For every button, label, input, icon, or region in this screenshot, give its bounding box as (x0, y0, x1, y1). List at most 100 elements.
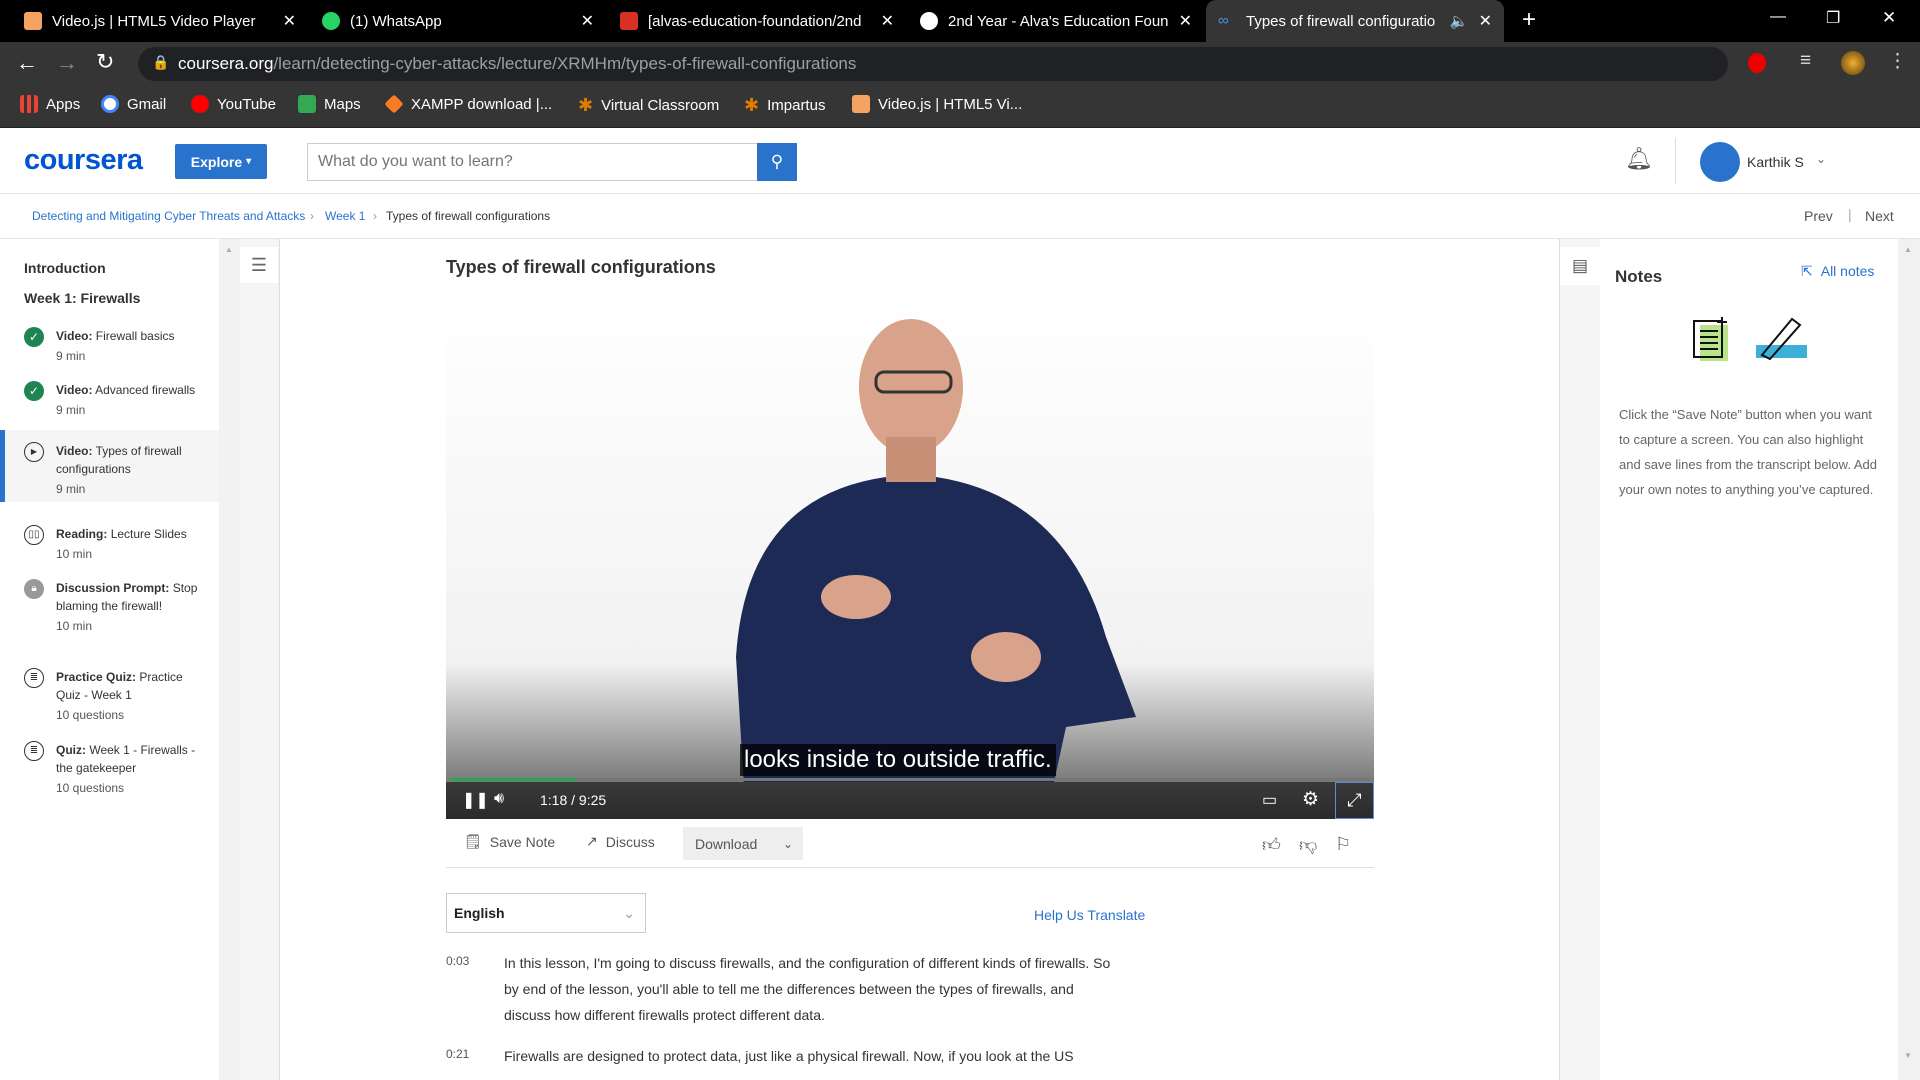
sidebar-item[interactable]: ▯▯ Reading: Lecture Slides 10 min (0, 513, 219, 567)
explore-label: Explore (190, 153, 243, 170)
window-close-button[interactable]: ✕ (1882, 8, 1896, 28)
progress-bar[interactable] (450, 778, 1370, 781)
speaker-icon[interactable]: 🔈 (1450, 12, 1469, 30)
coursera-logo[interactable]: coursera (24, 144, 143, 177)
prev-button[interactable]: Prev (1804, 208, 1833, 224)
sidebar-item[interactable]: ✓ Video: Firewall basics 9 min (0, 315, 219, 369)
duration: 9:25 (578, 792, 607, 808)
impartus-icon: ✱ (578, 95, 594, 115)
forward-icon[interactable]: → (56, 50, 78, 76)
close-icon[interactable]: ✕ (283, 11, 296, 31)
help-translate-link[interactable]: Help Us Translate (1034, 907, 1145, 923)
user-avatar[interactable] (1700, 142, 1740, 182)
coursera-favicon-icon: ∞ (1218, 12, 1229, 29)
sidebar-item[interactable]: ≣ Quiz: Week 1 - Firewalls - the gatekeep… (0, 729, 219, 801)
close-icon[interactable]: ✕ (1479, 11, 1492, 31)
flag-icon[interactable]: ⚐ (1335, 834, 1351, 855)
bookmark-videojs[interactable]: Video.js | HTML5 Vi... (852, 95, 1022, 113)
sidebar-item[interactable]: ▶ Video: Types of firewall configurations… (0, 430, 219, 502)
transcript-timestamp[interactable]: 0:21 (446, 1047, 469, 1061)
minimize-button[interactable]: — (1770, 8, 1786, 26)
item-duration: 9 min (56, 403, 86, 417)
bookmark-apps[interactable]: Apps (20, 95, 80, 113)
tab-github[interactable]: 2nd Year - Alva's Education Found ✕ (908, 0, 1204, 42)
close-icon[interactable]: ✕ (1179, 11, 1192, 31)
settings-gear-icon[interactable]: ⚙ (1302, 788, 1319, 811)
fullscreen-icon[interactable]: ⤢ (1335, 782, 1374, 819)
next-button[interactable]: Next (1865, 208, 1894, 224)
page-scrollbar[interactable]: ▲ ▼ (1898, 239, 1920, 1080)
close-icon[interactable]: ✕ (881, 11, 894, 31)
item-duration: 10 questions (56, 708, 125, 722)
discuss-button[interactable]: ↗ Discuss (586, 833, 655, 850)
sidebar-item[interactable]: ≣ Practice Quiz: Practice Quiz - Week 1 10… (0, 656, 219, 728)
transcript-line[interactable]: by end of the lesson, you'll able to tel… (504, 976, 1144, 1002)
bookmark-impartus[interactable]: ✱ Impartus (744, 95, 825, 116)
notes-page-icon[interactable]: ▤ (1560, 247, 1600, 285)
play-circle-icon: ▶ (24, 442, 44, 462)
tab-gmail[interactable]: [alvas-education-foundation/2nd ✕ (608, 0, 906, 42)
item-duration: 9 min (56, 349, 86, 363)
item-duration: 10 questions (56, 781, 125, 795)
bookmark-youtube[interactable]: YouTube (191, 95, 276, 113)
bookmark-gmail[interactable]: Gmail (101, 95, 166, 113)
sidebar-item-text: Video: Firewall basics 9 min (56, 327, 206, 365)
transcript-timestamp[interactable]: 0:03 (446, 954, 469, 968)
media-control-icon[interactable]: ≡ (1800, 50, 1811, 72)
pause-icon[interactable]: ❚❚ (462, 790, 489, 810)
tab-coursera[interactable]: ∞ Types of firewall configuratio 🔈 ✕ (1206, 0, 1504, 42)
transcript-line[interactable]: discuss how different firewalls protect … (504, 1002, 1144, 1028)
item-type: Video: (56, 444, 93, 458)
bookmark-maps[interactable]: Maps (298, 95, 361, 113)
user-menu[interactable]: Karthik S (1747, 154, 1804, 170)
transcript-line[interactable]: In this lesson, I'm going to discuss fir… (504, 950, 1144, 976)
thumbs-up-icon[interactable]: 👍︎ (1262, 834, 1281, 856)
chevron-down-icon[interactable]: ⌄ (1816, 152, 1826, 166)
tab-whatsapp[interactable]: (1) WhatsApp ✕ (310, 0, 606, 42)
thumbs-down-icon[interactable]: 👎︎ (1299, 834, 1317, 856)
notes-help-text: Click the “Save Note” button when you wa… (1619, 407, 1877, 497)
close-icon[interactable]: ✕ (581, 11, 594, 31)
item-duration: 9 min (56, 482, 86, 496)
outline-list-icon[interactable]: ☰ (240, 247, 278, 283)
all-notes-link[interactable]: ⇱ All notes (1801, 263, 1874, 280)
sidebar-scrollbar[interactable]: ▲ (219, 239, 240, 1080)
divider: | (1848, 206, 1852, 222)
new-tab-button[interactable]: + (1522, 6, 1536, 34)
bookmark-virtual-classroom[interactable]: ✱ Virtual Classroom (578, 95, 719, 116)
volume-icon[interactable]: 🔊︎ (494, 790, 504, 808)
back-icon[interactable]: ← (16, 50, 38, 76)
save-note-button[interactable]: 🗒︎ Save Note (464, 833, 555, 850)
tab-bar: Video.js | HTML5 Video Player ✕ (1) Whats… (0, 0, 1920, 42)
bookmark-label: Impartus (767, 97, 826, 114)
language-select[interactable]: English ⌄ (446, 893, 646, 933)
breadcrumb-week[interactable]: Week 1 (325, 209, 365, 223)
explore-button[interactable]: Explore ▾ (175, 144, 267, 179)
notification-bell-icon[interactable]: 🔔︎ (1625, 146, 1653, 172)
sidebar-item[interactable]: 🔒︎ Discussion Prompt: Stop blaming the fi… (0, 567, 219, 657)
tab-videojs[interactable]: Video.js | HTML5 Video Player ✕ (12, 0, 308, 42)
item-type: Reading: (56, 527, 108, 541)
section-introduction[interactable]: Introduction (24, 260, 106, 276)
download-dropdown[interactable]: Download ⌄ (683, 827, 803, 860)
captions-icon[interactable]: ▭ (1262, 790, 1277, 810)
menu-kebab-icon[interactable]: ⋮ (1888, 50, 1907, 73)
videojs-favicon-icon (24, 12, 42, 30)
breadcrumb-course[interactable]: Detecting and Mitigating Cyber Threats a… (32, 209, 305, 223)
section-week-1[interactable]: Week 1: Firewalls (24, 290, 140, 306)
item-type: Discussion Prompt: (56, 581, 170, 595)
profile-avatar[interactable] (1841, 51, 1865, 75)
video-player[interactable]: looks inside to outside traffic. ❚❚ 🔊︎ 1… (446, 297, 1374, 819)
search-input[interactable] (307, 143, 759, 181)
lock-icon: 🔒 (152, 54, 170, 70)
url-field[interactable]: 🔒 coursera.org/learn/detecting-cyber-att… (138, 47, 1728, 81)
sidebar-item[interactable]: ✓ Video: Advanced firewalls 9 min (0, 369, 219, 439)
transcript-line[interactable]: Firewalls are designed to protect data, … (504, 1043, 1144, 1069)
bookmark-xampp[interactable]: XAMPP download |... (384, 94, 552, 114)
divider (446, 867, 1374, 868)
reload-icon[interactable]: ↻ (96, 49, 114, 75)
search-button[interactable]: ⚲ (757, 143, 797, 181)
extension-adblock-icon[interactable] (1748, 53, 1766, 73)
restore-button[interactable]: ❐ (1826, 8, 1840, 28)
bookmark-label: Gmail (127, 95, 167, 113)
